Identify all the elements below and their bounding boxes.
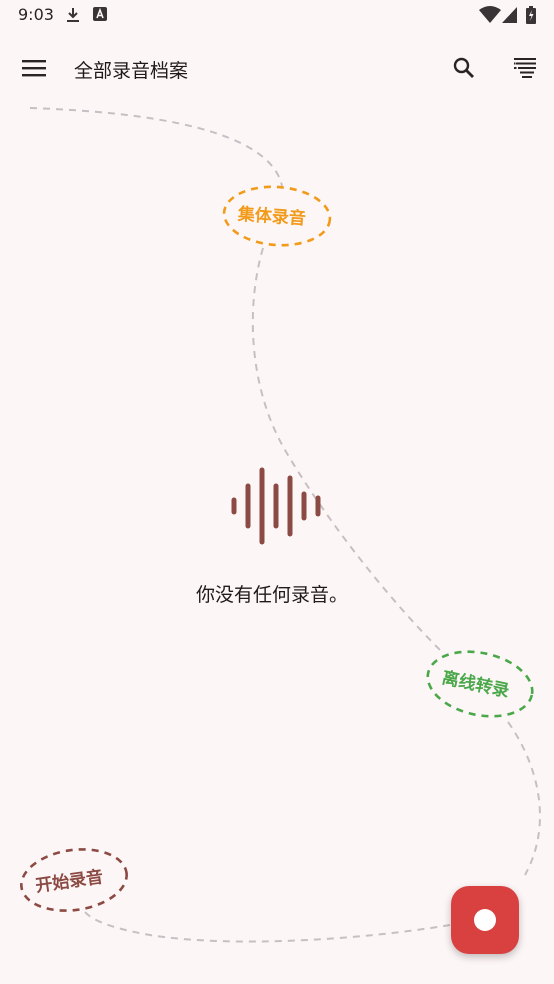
- record-button[interactable]: [451, 886, 519, 954]
- waveform-icon: [231, 467, 321, 545]
- record-icon: [474, 909, 496, 931]
- empty-state-message: 你没有任何录音。: [195, 584, 348, 606]
- tag-collective-recording: 集体录音: [237, 204, 307, 230]
